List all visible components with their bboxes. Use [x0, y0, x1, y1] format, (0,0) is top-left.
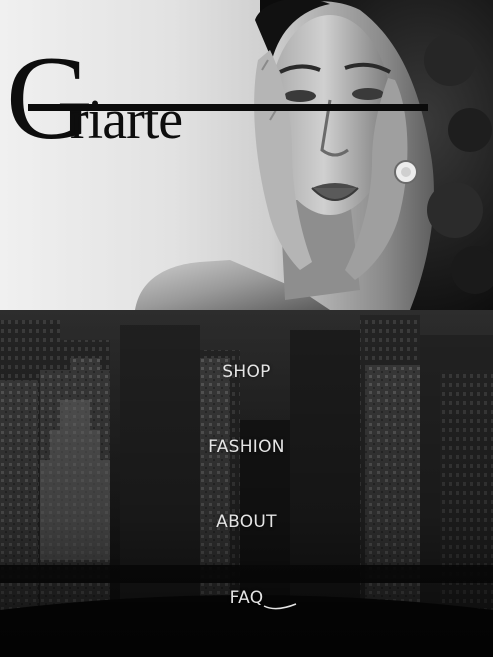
- nav-item-shop[interactable]: SHOP: [0, 360, 493, 384]
- main-nav: SHOP FASHION ABOUT FAQ: [0, 310, 493, 657]
- logo-wordmark: riarte: [70, 89, 183, 151]
- hero-banner: G riarte: [0, 0, 493, 310]
- brand-logo[interactable]: G riarte: [6, 38, 266, 168]
- swoosh-decoration: [263, 603, 297, 610]
- nav-item-faq[interactable]: FAQ: [0, 586, 493, 610]
- nav-item-label: ABOUT: [216, 512, 277, 532]
- nav-item-fashion[interactable]: FASHION: [0, 435, 493, 459]
- nav-item-about[interactable]: ABOUT: [0, 510, 493, 534]
- nav-item-label: FASHION: [208, 437, 285, 457]
- nav-section: SHOP FASHION ABOUT FAQ: [0, 310, 493, 657]
- logo-strike-line: [28, 104, 428, 111]
- nav-item-label: SHOP: [222, 362, 271, 382]
